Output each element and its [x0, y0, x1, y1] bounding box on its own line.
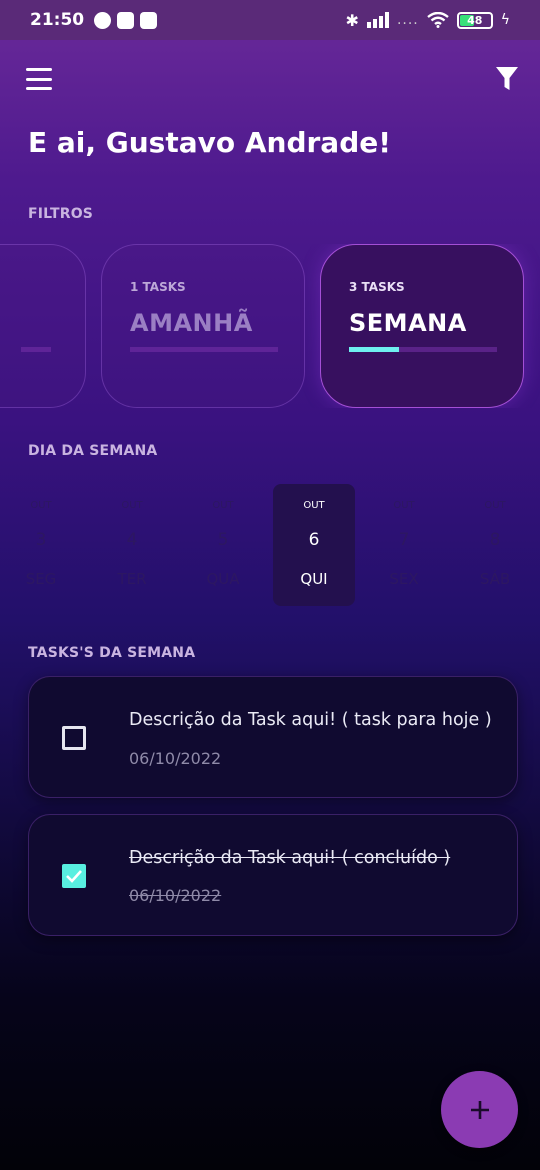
- alarm-icon: [94, 11, 112, 29]
- status-system-icons: ✱ .... 48 ϟ: [346, 11, 510, 30]
- day-number: 5: [217, 530, 229, 550]
- filter-card-progress: [349, 347, 400, 352]
- task-card[interactable]: Descrição da Task aqui! ( task para hoje…: [28, 676, 518, 798]
- greeting-title: E ai, Gustavo Andrade!: [28, 126, 392, 159]
- weekday-section-label: DIA DA SEMANA: [28, 443, 158, 459]
- task-date: 06/10/2022: [129, 749, 222, 768]
- charging-icon: ϟ: [500, 12, 510, 28]
- day-number: 8: [489, 530, 501, 550]
- task-checkbox[interactable]: [62, 726, 86, 750]
- filter-card-title: SEMANA: [349, 309, 467, 337]
- day-month: OUT: [212, 500, 234, 511]
- day-item-sab[interactable]: OUT 8 SÁB: [454, 484, 536, 606]
- filter-card-title: AMANHÃ: [130, 309, 253, 337]
- plus-icon: [470, 1100, 489, 1119]
- day-item-seg[interactable]: OUT 3 SEG: [0, 484, 82, 606]
- filter-card-count: 3 TASKS: [349, 280, 405, 294]
- filter-cards-carousel[interactable]: 1 TASKS AMANHÃ 3 TASKS SEMANA: [0, 244, 540, 408]
- day-month: OUT: [393, 500, 415, 511]
- day-month: OUT: [303, 500, 325, 511]
- filter-card-week[interactable]: 3 TASKS SEMANA: [320, 244, 524, 408]
- filters-section-label: FILTROS: [28, 206, 94, 222]
- add-task-button[interactable]: [441, 1071, 518, 1148]
- filter-card-count: 1 TASKS: [130, 280, 186, 294]
- weekday-selector: OUT 3 SEG OUT 4 TER OUT 5 QUA OUT 6 QUI …: [0, 484, 540, 606]
- signal-dots-icon: ....: [396, 12, 419, 28]
- day-number: 7: [398, 530, 410, 550]
- day-item-ter[interactable]: OUT 4 TER: [91, 484, 173, 606]
- bluetooth-icon: ✱: [345, 10, 359, 30]
- status-bar: 21:50 ✱ .... 48 ϟ: [0, 0, 540, 40]
- day-name: SÁB: [479, 570, 511, 588]
- task-card[interactable]: Descrição da Task aqui! ( concluído ) 06…: [28, 814, 518, 936]
- wifi-icon: [427, 12, 449, 28]
- status-time: 21:50: [30, 10, 85, 30]
- day-item-qui[interactable]: OUT 6 QUI: [273, 484, 355, 606]
- task-description: Descrição da Task aqui! ( concluído ): [129, 848, 451, 868]
- day-item-sex[interactable]: OUT 7 SEX: [363, 484, 445, 606]
- checkmark-icon: [66, 870, 82, 883]
- tasks-section-label: TASKS'S DA SEMANA: [28, 645, 196, 661]
- notification-icon: [117, 11, 135, 29]
- battery-level: 48: [467, 13, 483, 27]
- hamburger-menu-icon[interactable]: [26, 68, 52, 90]
- filter-card-progress-track: [349, 347, 497, 352]
- battery-icon: 48: [456, 11, 493, 29]
- task-description: Descrição da Task aqui! ( task para hoje…: [129, 710, 492, 730]
- day-name: QUI: [300, 570, 328, 588]
- status-notification-icons: [94, 11, 158, 29]
- day-month: OUT: [121, 500, 143, 511]
- day-number: 4: [126, 530, 138, 550]
- filter-card-progress-track: [130, 347, 278, 352]
- signal-icon: [366, 12, 389, 28]
- filter-card-progress-track: [21, 347, 51, 352]
- day-number: 3: [35, 530, 47, 550]
- filter-card-tomorrow[interactable]: 1 TASKS AMANHÃ: [101, 244, 305, 408]
- task-checkbox-checked[interactable]: [62, 864, 86, 888]
- filter-funnel-icon[interactable]: [495, 66, 519, 92]
- day-name: QUA: [206, 570, 240, 588]
- day-name: SEG: [25, 570, 57, 588]
- day-item-qua[interactable]: OUT 5 QUA: [182, 484, 264, 606]
- task-date: 06/10/2022: [129, 886, 222, 905]
- notification-icon: [140, 11, 158, 29]
- day-name: TER: [117, 570, 147, 588]
- day-number: 6: [308, 530, 320, 550]
- day-name: SEX: [389, 570, 419, 588]
- day-month: OUT: [484, 500, 506, 511]
- filter-card-today[interactable]: [0, 244, 86, 408]
- day-month: OUT: [30, 500, 52, 511]
